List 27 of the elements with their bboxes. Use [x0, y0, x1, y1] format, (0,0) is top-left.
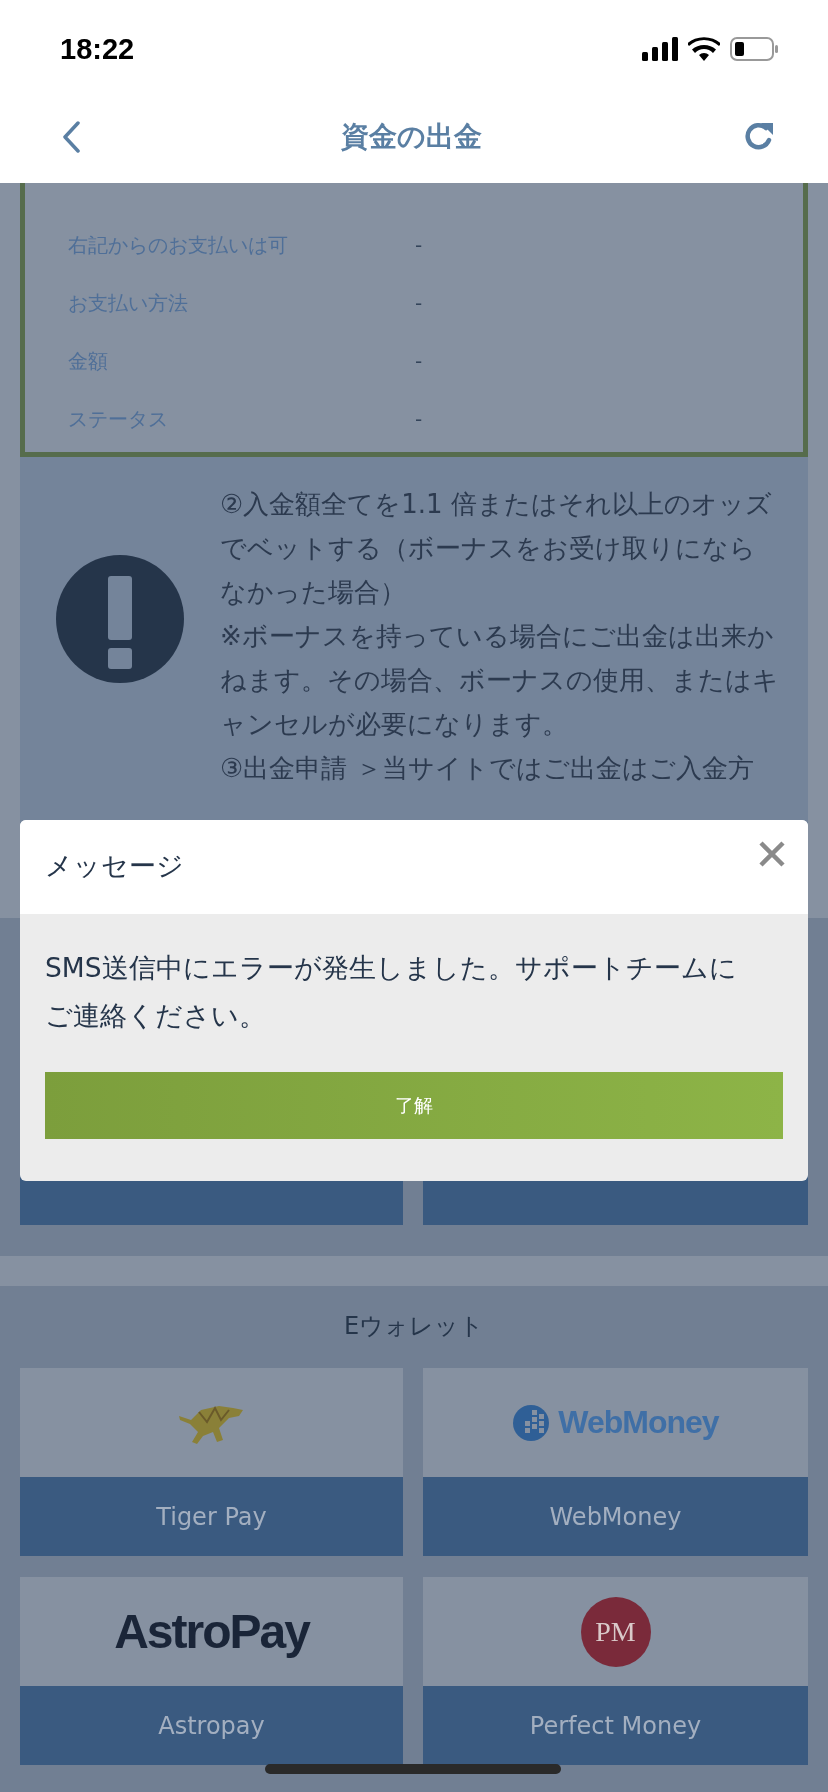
warning-text: ③出金申請 ＞当サイトではご出金はご入金方: [220, 752, 755, 785]
payment-method-button[interactable]: Perfect Money: [423, 1686, 808, 1765]
payment-method-button[interactable]: Astropay: [20, 1686, 403, 1765]
warning-text: ※ボーナスを持っている場合にご出金は出来かねます。その場合、ボーナスの使用、またはキャンセルが必要になります。: [220, 620, 780, 741]
section-title: Eウォレット: [342, 1311, 486, 1342]
close-icon: [758, 840, 786, 868]
detail-value: -: [415, 233, 423, 257]
page-title: 資金の出金: [340, 118, 482, 155]
signal-icon: [642, 37, 678, 61]
ok-button[interactable]: 了解: [45, 1072, 783, 1139]
payment-method-button[interactable]: WebMoney: [423, 1477, 808, 1556]
battery-icon: [730, 37, 778, 61]
dialog-title: メッセージ: [45, 849, 184, 883]
wifi-icon: [688, 37, 720, 61]
detail-value: -: [415, 349, 423, 373]
exclamation-icon: [56, 555, 184, 683]
webmoney-logo: WebMoney: [512, 1403, 719, 1442]
detail-value: -: [415, 407, 423, 431]
astropay-logo: AstroPay: [114, 1605, 309, 1658]
perfect-money-logo: PM: [580, 1596, 651, 1667]
dialog-message: SMS送信中にエラーが発生しました。サポートチームにご連絡ください。: [44, 951, 738, 1033]
close-button[interactable]: [758, 840, 786, 868]
warning-text: ②入金額全てを1.1 倍またはそれ以上のオッズでベットする（ボーナスをお受け取りにならなかった場合）: [220, 488, 773, 609]
payment-method-button[interactable]: Tiger Pay: [20, 1477, 403, 1556]
detail-value: -: [415, 291, 423, 315]
status-time: 18:22: [60, 31, 135, 66]
chevron-left-icon: [62, 120, 80, 153]
